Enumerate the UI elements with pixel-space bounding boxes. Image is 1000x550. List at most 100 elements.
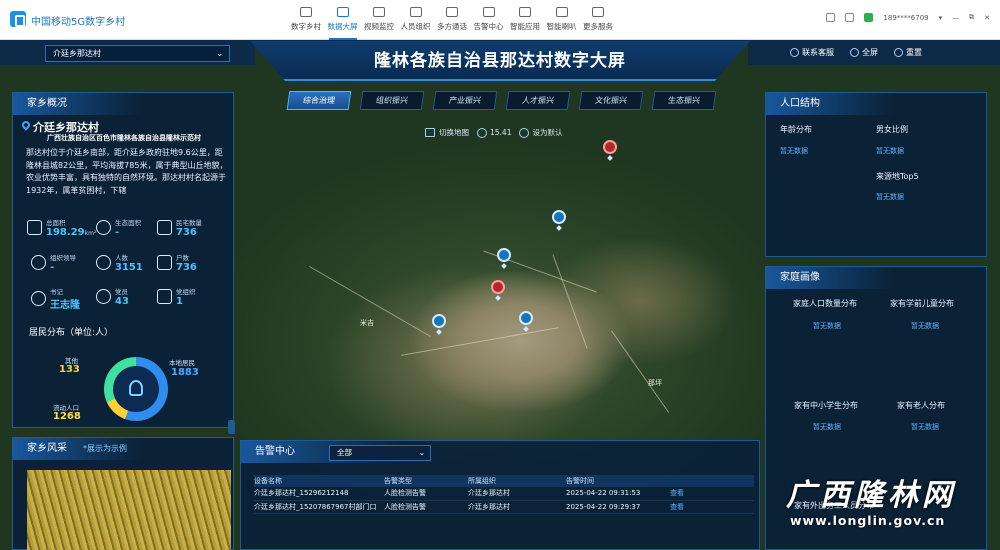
map-label: 那坪 [648, 379, 662, 387]
party-member-icon [96, 289, 111, 304]
cell-device: 介廷乡那达村_15207867967村部门口 [254, 500, 384, 514]
close-icon[interactable]: ✕ [984, 14, 990, 22]
nav-item-apps[interactable]: 智能应用 [507, 5, 543, 37]
stat-party-members: 党员 43 [96, 286, 129, 307]
village-address: 广西壮族自治区百色市隆林各族自治县隆林示范村 [47, 134, 201, 142]
help-icon[interactable] [845, 13, 855, 22]
chevron-down-icon: ⌄ [216, 49, 223, 58]
panel-title: 家乡概况 [13, 93, 173, 115]
col-type: 告警类型 [384, 475, 468, 487]
scenery-photo[interactable] [27, 470, 231, 550]
reset-icon [894, 48, 903, 57]
nav-item-more[interactable]: 更多服务 [580, 5, 616, 37]
origin-top5-label: 来源地Top5 [876, 172, 919, 181]
zoom-in-icon[interactable] [477, 127, 487, 138]
zoom-level: 15.41 [490, 128, 512, 137]
view-link[interactable]: 查看 [670, 487, 754, 501]
nav-item-video[interactable]: 视频监控 [361, 5, 397, 37]
collapse-handle[interactable] [228, 420, 235, 434]
app-logo-icon [10, 11, 26, 27]
preschool-label: 家有学前儿童分布 [890, 299, 954, 308]
grid-icon[interactable] [826, 13, 836, 22]
example-note: *展示为示例 [83, 444, 127, 453]
page-title: 隆林各族自治县那达村数字大屏 [374, 51, 626, 71]
person-icon [129, 380, 143, 396]
tab-talent[interactable]: 人才振兴 [505, 91, 571, 110]
tab-culture[interactable]: 文化振兴 [578, 91, 644, 110]
cell-time: 2025-04-22 09:31:53 [566, 487, 670, 501]
stat-population: 人数 3151 [96, 252, 143, 273]
set-default-button[interactable]: 设为默认 [532, 127, 562, 138]
user-account[interactable]: 189****6709 [883, 14, 928, 22]
nav-item-data-screen[interactable]: 数据大屏 [325, 5, 361, 40]
alarm-table: 设备名称 告警类型 所属组织 告警时间 介廷乡那达村_15296212148 人… [254, 475, 754, 514]
alarm-center-panel: 告警中心 全部 ⌄ 设备名称 告警类型 所属组织 告警时间 介廷乡那达村_1529… [240, 440, 760, 550]
nav-item-call[interactable]: 多方通话 [434, 5, 470, 37]
nav-item-digital-village[interactable]: 数字乡村 [288, 5, 324, 37]
reset-button[interactable]: 重置 [894, 47, 922, 58]
tab-ecology[interactable]: 生态振兴 [651, 91, 717, 110]
tab-organization[interactable]: 组织振兴 [359, 91, 425, 110]
map-marker[interactable] [552, 210, 566, 224]
cell-org: 介廷乡那达村 [468, 487, 566, 501]
fullscreen-button[interactable]: 全屏 [850, 47, 878, 58]
dist-label-local: 本地居民 [169, 359, 195, 367]
watermark-url: www.longlin.gov.cn [790, 513, 946, 528]
stat-secretary: 书记 王志隆 [31, 286, 80, 311]
nav-item-speaker[interactable]: 智能喇叭 [544, 5, 580, 37]
map-marker[interactable] [497, 248, 511, 262]
secretary-icon [31, 291, 46, 306]
population-structure-panel: 人口结构 年龄分布 暂无数据 男女比例 暂无数据 来源地Top5 暂无数据 [765, 92, 987, 257]
map-marker-red[interactable] [603, 140, 617, 154]
empty-state: 暂无数据 [813, 423, 841, 431]
area-icon [27, 220, 42, 235]
view-link[interactable]: 查看 [670, 500, 754, 514]
minimize-icon[interactable]: — [952, 14, 959, 22]
stat-party-org: 党组织 1 [157, 286, 196, 307]
nav-item-people[interactable]: 人员组织 [398, 5, 434, 37]
zoom-out-icon[interactable] [519, 127, 530, 138]
dist-value-local: 1883 [171, 367, 199, 378]
house-icon [300, 7, 312, 17]
app-topbar: 中国移动5G数字乡村 数字乡村 数据大屏 视频监控 人员组织 多方通话 告警中心… [0, 0, 1000, 40]
dist-value-other: 133 [59, 364, 80, 375]
restore-icon[interactable]: ⧉ [969, 13, 974, 22]
empty-state: 暂无数据 [813, 322, 841, 330]
home-scenery-panel: 家乡风采 *展示为示例 [12, 437, 234, 550]
party-org-icon [157, 289, 172, 304]
house-icon [157, 220, 172, 235]
table-row[interactable]: 介廷乡那达村_15207867967村部门口 人脸检测告警 介廷乡那达村 202… [254, 500, 754, 514]
tab-bar: 综合治理 组织振兴 产业振兴 人才振兴 文化振兴 生态振兴 [286, 91, 726, 110]
map-toolbar: 切换地图 15.41 设为默认 [425, 127, 570, 138]
chevron-down-icon[interactable]: ▾ [939, 14, 943, 22]
tab-industry[interactable]: 产业振兴 [432, 91, 498, 110]
home-overview-panel: 家乡概况 介廷乡那达村 广西壮族自治区百色市隆林各族自治县隆林示范村 那达村位于… [12, 92, 234, 428]
fullscreen-icon [850, 48, 859, 57]
screen-header: 隆林各族自治县那达村数字大屏 [250, 41, 750, 81]
nav-item-alarm[interactable]: 告警中心 [471, 5, 507, 37]
map-switch-icon [425, 128, 435, 137]
tab-governance[interactable]: 综合治理 [286, 91, 352, 110]
gender-ratio-label: 男女比例 [876, 125, 908, 134]
col-device: 设备名称 [254, 475, 384, 487]
col-time: 告警时间 [566, 475, 670, 487]
table-header-row: 设备名称 告警类型 所属组织 告警时间 [254, 475, 754, 487]
cell-device: 介廷乡那达村_15296212148 [254, 487, 384, 501]
map-marker[interactable] [432, 314, 446, 328]
speaker-icon [555, 7, 568, 17]
table-row[interactable]: 介廷乡那达村_15296212148 人脸检测告警 介廷乡那达村 2025-04… [254, 487, 754, 501]
col-action [670, 475, 754, 487]
alarm-filter-select[interactable]: 全部 ⌄ [329, 445, 431, 461]
headset-icon [790, 48, 799, 57]
monitor-icon[interactable] [864, 13, 874, 22]
map-marker[interactable] [519, 311, 533, 325]
contact-service-button[interactable]: 联系客服 [790, 47, 834, 58]
camera-icon [373, 7, 385, 17]
switch-map-button[interactable]: 切换地图 [439, 127, 469, 138]
phone-icon [446, 7, 458, 17]
village-select[interactable]: 介廷乡那达村 ⌄ [45, 45, 230, 62]
empty-state: 暂无数据 [911, 322, 939, 330]
stat-leadership: 组织领导 - [31, 252, 76, 273]
screen-icon [336, 7, 349, 17]
map-marker-red[interactable] [491, 280, 505, 294]
